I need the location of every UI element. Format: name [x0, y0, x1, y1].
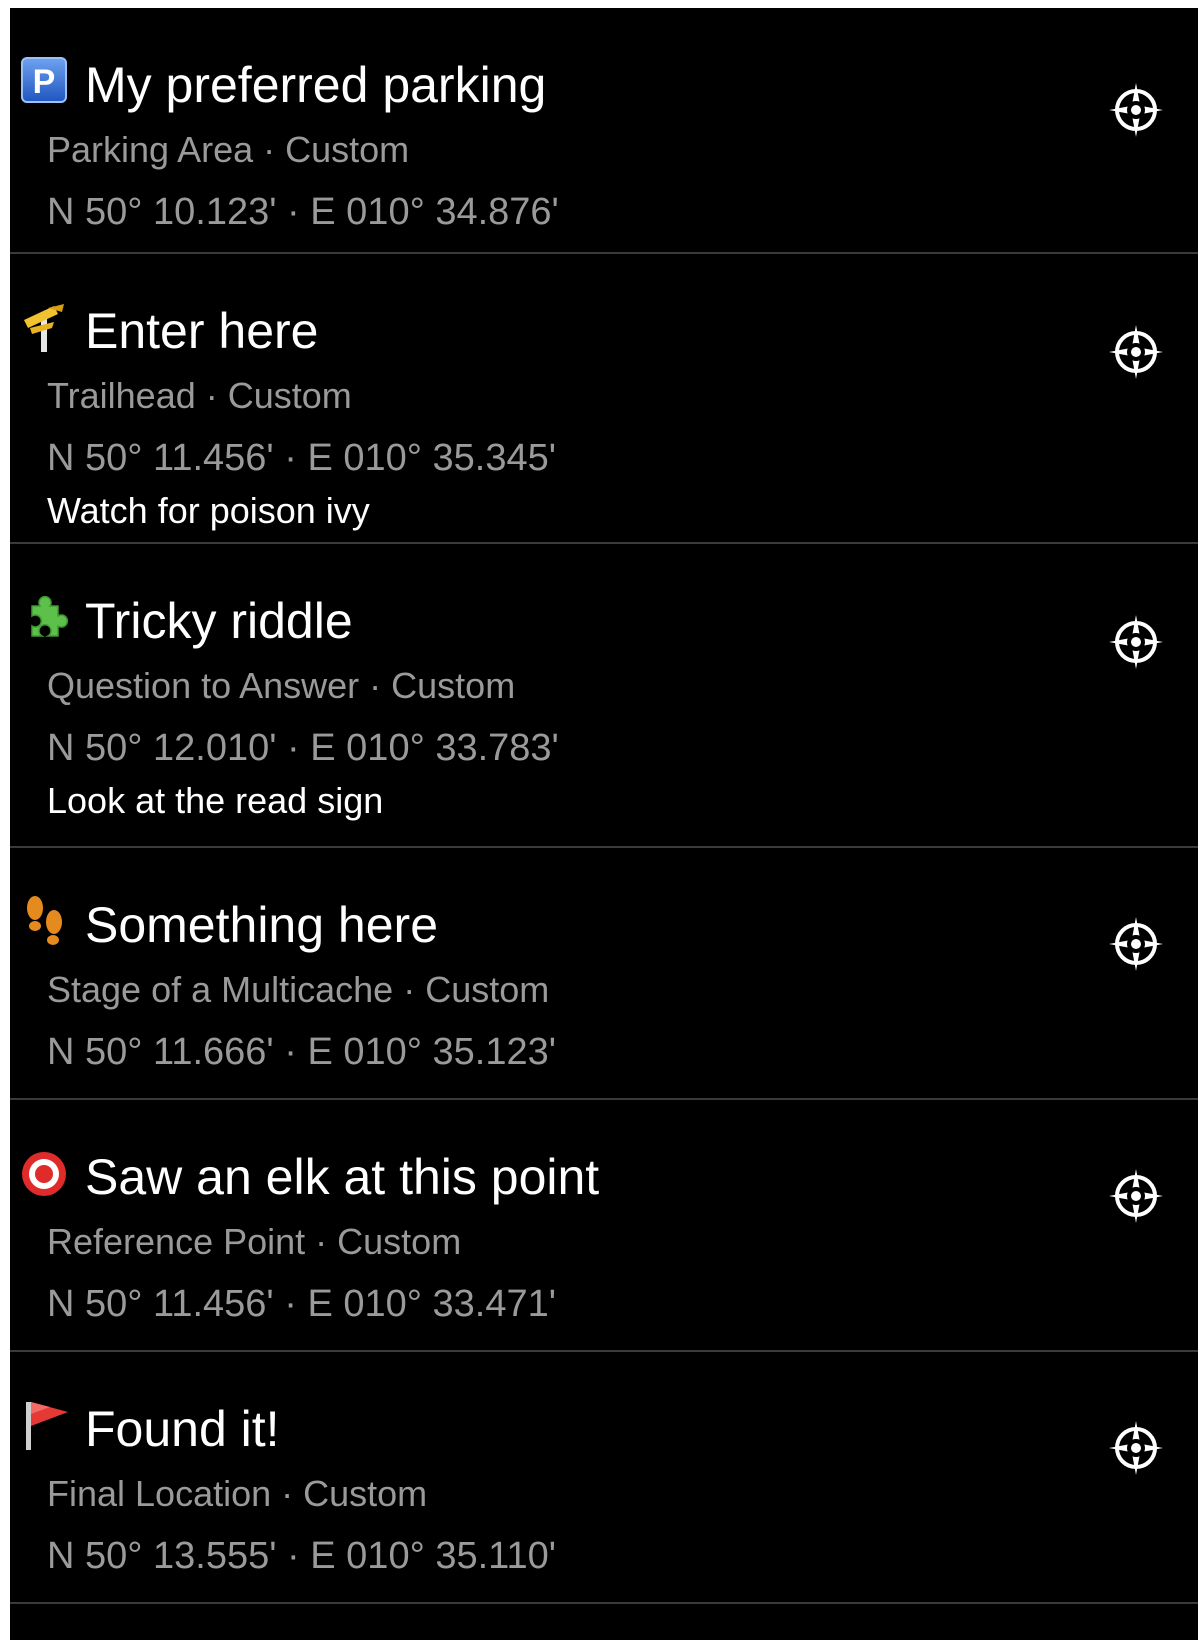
- waypoint-name: Something here: [85, 897, 439, 953]
- waypoint-name: My preferred parking: [85, 57, 547, 113]
- compass-navigate-icon: [1109, 83, 1163, 137]
- compass-navigate-icon: [1109, 1421, 1163, 1475]
- waypoint-name: Saw an elk at this point: [85, 1149, 600, 1205]
- waypoint-note: Look at the read sign: [47, 780, 384, 821]
- waypoint-type: Parking Area · Custom: [47, 129, 410, 170]
- trailhead-signpost-icon: [18, 298, 72, 354]
- waypoint-type: Reference Point · Custom: [47, 1221, 462, 1262]
- waypoint-coordinates: N 50° 11.456' · E 010° 35.345': [47, 437, 556, 479]
- waypoint-type: Final Location · Custom: [47, 1473, 428, 1514]
- waypoint-list-screen: P My preferred parking Parking Area · Cu…: [10, 8, 1198, 1640]
- waypoint-item[interactable]: Saw an elk at this point Reference Point…: [10, 1100, 1198, 1352]
- waypoint-list: P My preferred parking Parking Area · Cu…: [10, 8, 1198, 1604]
- waypoint-note: Watch for poison ivy: [47, 490, 370, 531]
- navigate-button[interactable]: [1106, 1166, 1166, 1226]
- compass-navigate-icon: [1109, 325, 1163, 379]
- waypoint-type: Question to Answer · Custom: [47, 665, 516, 706]
- waypoint-item[interactable]: Enter here Trailhead · Custom N 50° 11.4…: [10, 254, 1198, 544]
- waypoint-name: Found it!: [85, 1401, 280, 1457]
- waypoint-type: Trailhead · Custom: [47, 375, 352, 416]
- parking-icon: P: [18, 52, 72, 108]
- waypoint-item[interactable]: P My preferred parking Parking Area · Cu…: [10, 8, 1198, 254]
- waypoint-name: Tricky riddle: [85, 593, 353, 649]
- compass-navigate-icon: [1109, 1169, 1163, 1223]
- waypoint-coordinates: N 50° 12.010' · E 010° 33.783': [47, 727, 559, 769]
- footprints-icon: [18, 892, 72, 948]
- navigate-button[interactable]: [1106, 1418, 1166, 1478]
- waypoint-item[interactable]: Something here Stage of a Multicache · C…: [10, 848, 1198, 1100]
- waypoint-type: Stage of a Multicache · Custom: [47, 969, 550, 1010]
- compass-navigate-icon: [1109, 917, 1163, 971]
- navigate-button[interactable]: [1106, 914, 1166, 974]
- svg-text:P: P: [33, 63, 56, 101]
- navigate-button[interactable]: [1106, 322, 1166, 382]
- waypoint-coordinates: N 50° 11.456' · E 010° 33.471': [47, 1283, 556, 1325]
- waypoint-item[interactable]: Tricky riddle Question to Answer · Custo…: [10, 544, 1198, 848]
- waypoint-coordinates: N 50° 13.555' · E 010° 35.110': [47, 1535, 556, 1577]
- navigate-button[interactable]: [1106, 612, 1166, 672]
- navigate-button[interactable]: [1106, 80, 1166, 140]
- waypoint-coordinates: N 50° 10.123' · E 010° 34.876': [47, 191, 559, 233]
- waypoint-name: Enter here: [85, 303, 319, 359]
- waypoint-coordinates: N 50° 11.666' · E 010° 35.123': [47, 1031, 556, 1073]
- red-flag-icon: [18, 1396, 72, 1452]
- compass-navigate-icon: [1109, 615, 1163, 669]
- waypoint-item[interactable]: Found it! Final Location · Custom N 50° …: [10, 1352, 1198, 1604]
- puzzle-piece-icon: [18, 588, 72, 644]
- reference-point-icon: [18, 1144, 72, 1200]
